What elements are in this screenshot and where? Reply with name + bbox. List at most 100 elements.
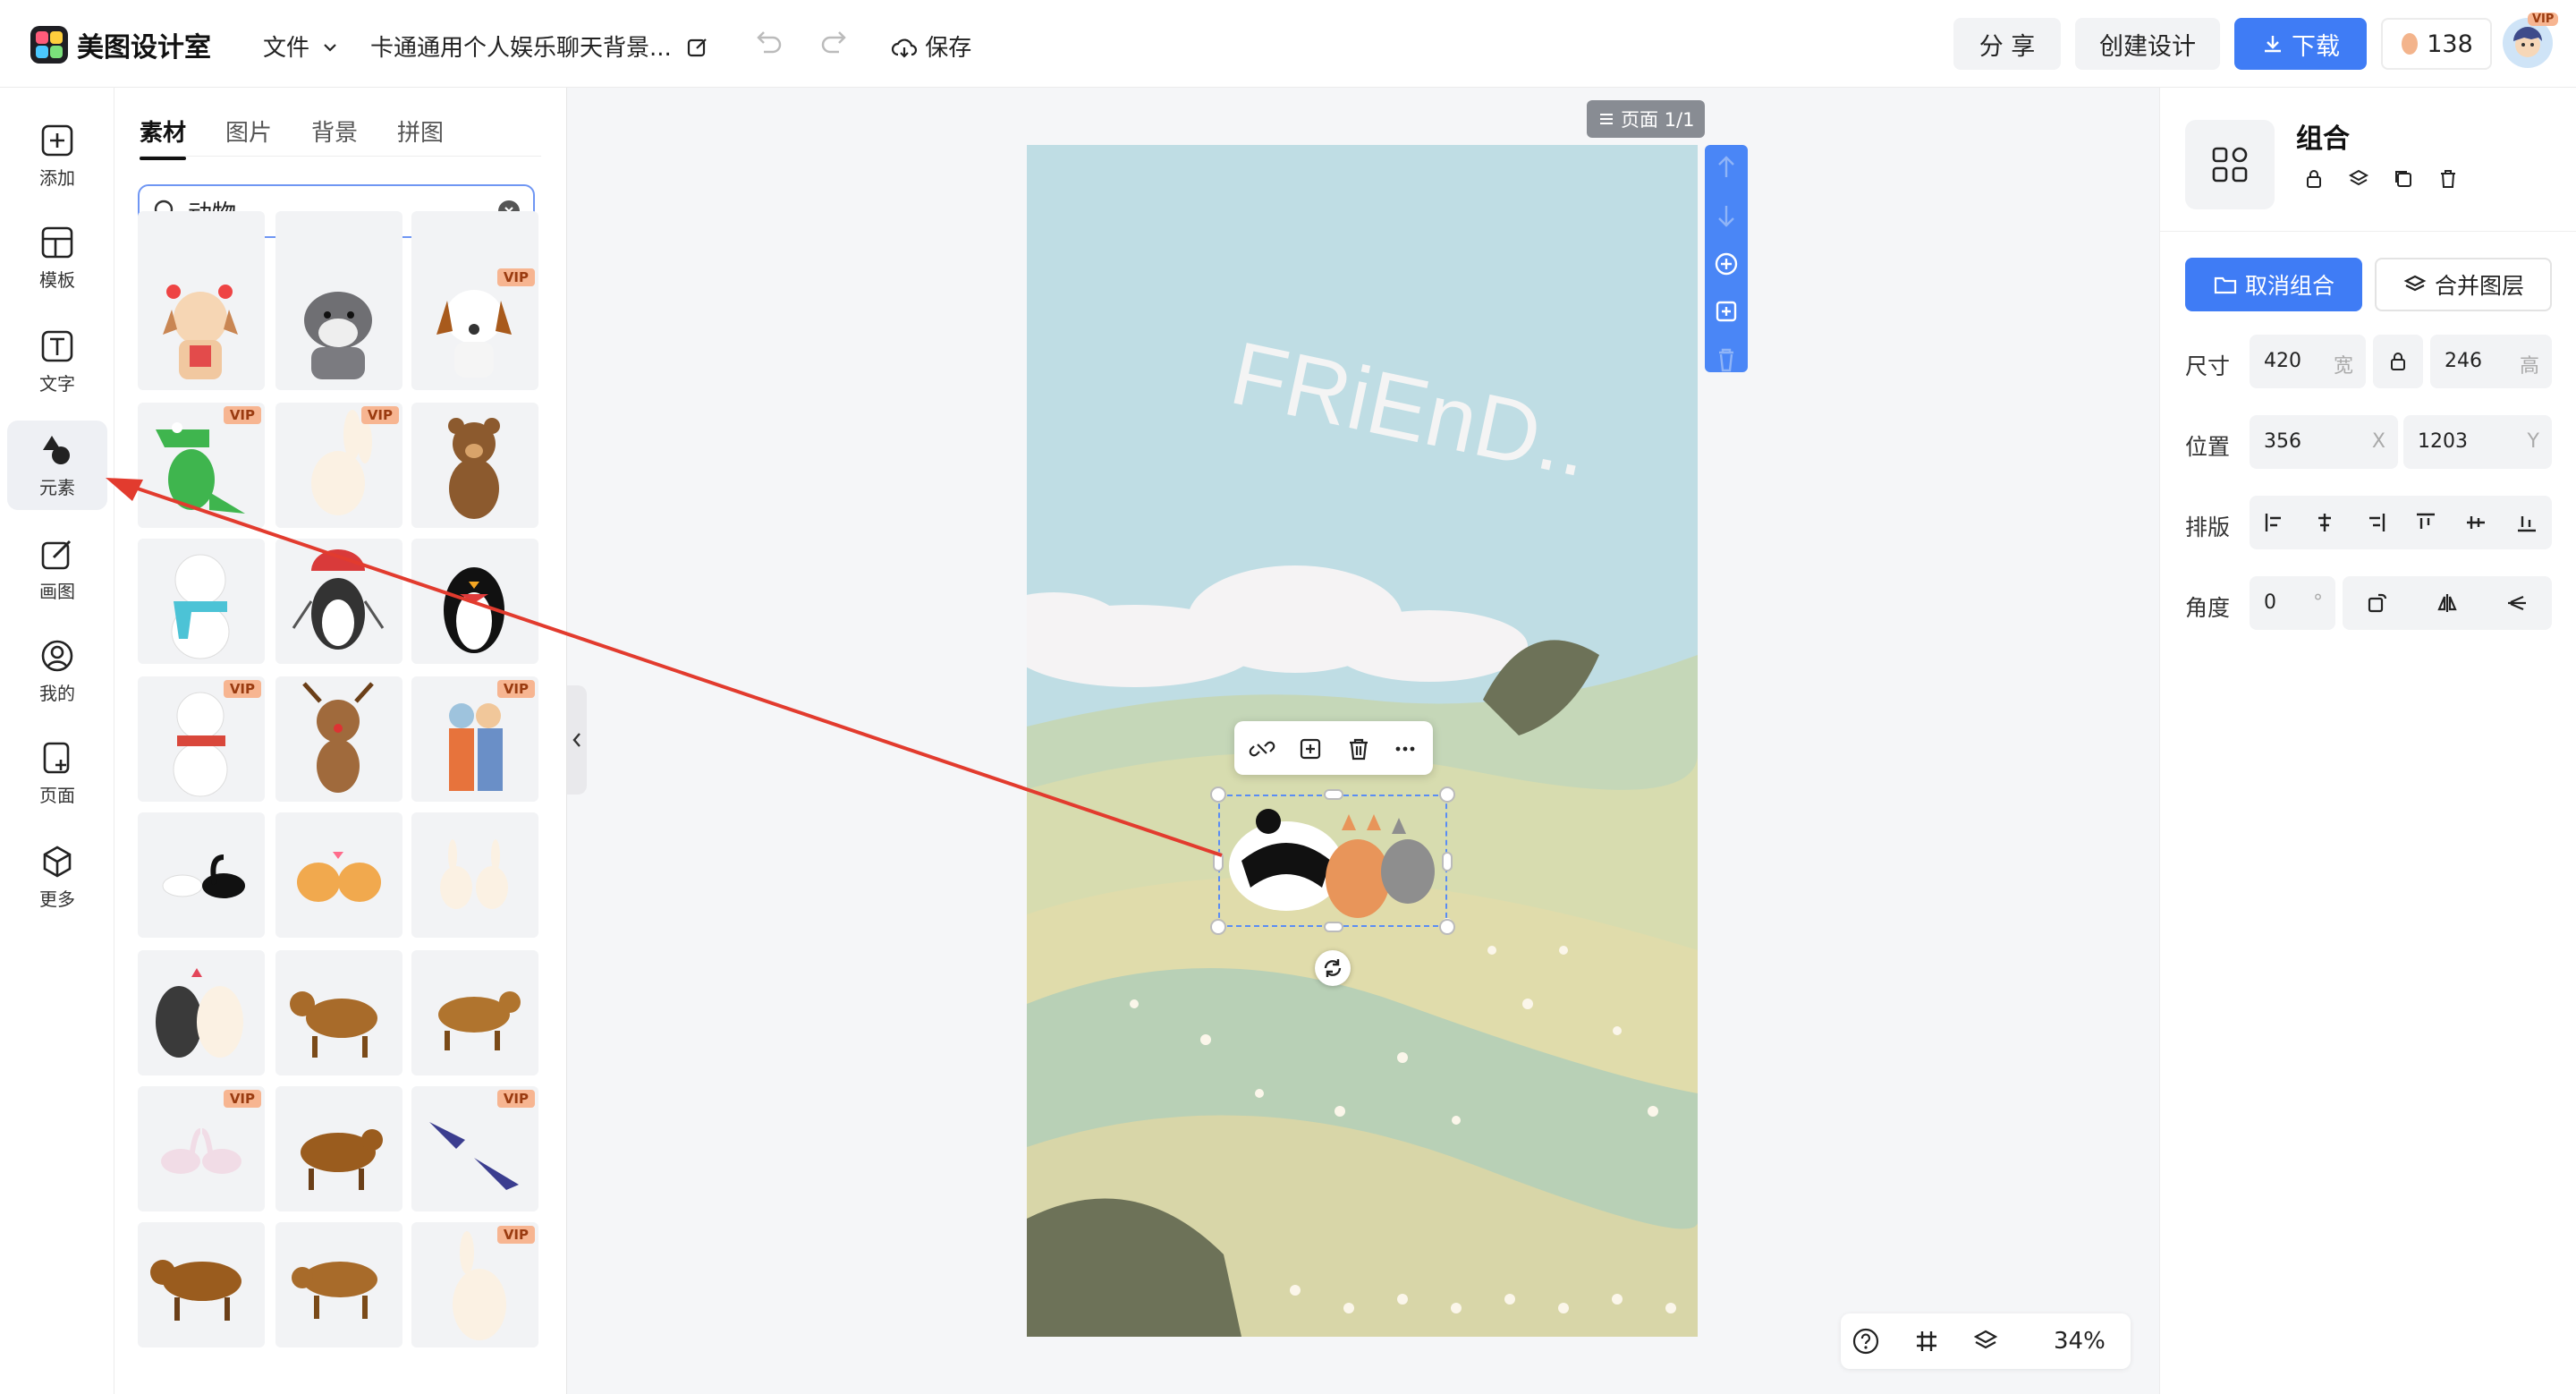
lock-icon[interactable]	[2303, 168, 2325, 190]
asset-tile[interactable]	[275, 950, 402, 1075]
flip-vertical-icon[interactable]	[2505, 591, 2529, 615]
tab-backgrounds[interactable]: 背景	[311, 115, 358, 160]
rotate-handle[interactable]	[1315, 950, 1351, 986]
share-button[interactable]: 分 享	[1953, 18, 2061, 70]
merge-layers-button[interactable]: 合并图层	[2375, 258, 2552, 311]
more-icon[interactable]	[1392, 735, 1419, 762]
rail-item-draw[interactable]: 画图	[7, 524, 107, 614]
delete-page-icon[interactable]	[1705, 338, 1748, 383]
add-page-icon[interactable]	[1705, 242, 1748, 286]
undo-icon[interactable]	[750, 25, 785, 61]
align-top-icon[interactable]	[2414, 511, 2437, 534]
flip-horizontal-icon[interactable]	[2436, 591, 2459, 615]
selection-box[interactable]	[1210, 786, 1455, 935]
rail-item-elements[interactable]: 元素	[7, 421, 107, 510]
cloud-save-icon	[891, 38, 918, 58]
asset-tile[interactable]: VIP	[411, 1086, 538, 1211]
copy-icon[interactable]	[1297, 735, 1324, 762]
arrow-up-icon[interactable]	[1705, 145, 1748, 190]
help-icon[interactable]	[1852, 1327, 1880, 1356]
rotate-90-icon[interactable]	[2366, 591, 2389, 615]
rail-item-text[interactable]: 文字	[7, 317, 107, 406]
document-title[interactable]: 卡通通用个人娱乐聊天背景...	[370, 30, 709, 63]
edit-icon[interactable]	[686, 36, 709, 59]
asset-tile[interactable]	[411, 403, 538, 528]
asset-tile[interactable]	[411, 950, 538, 1075]
width-field[interactable]: 420 宽	[2250, 335, 2366, 388]
tab-collage[interactable]: 拼图	[397, 115, 444, 160]
zoom-level[interactable]: 34%	[2054, 1328, 2106, 1355]
asset-tile[interactable]: VIP	[411, 1222, 538, 1347]
asset-tile[interactable]	[275, 812, 402, 938]
tab-materials[interactable]: 素材	[140, 115, 187, 160]
resize-handle[interactable]	[1439, 919, 1455, 935]
asset-tile[interactable]: VIP	[138, 403, 265, 528]
resize-handle[interactable]	[1439, 786, 1455, 803]
asset-tile[interactable]: VIP	[138, 1086, 265, 1211]
align-bottom-icon[interactable]	[2515, 511, 2538, 534]
duplicate-icon[interactable]	[2393, 168, 2414, 190]
x-field[interactable]: 356 X	[2250, 415, 2398, 469]
height-field[interactable]: 246 高	[2430, 335, 2552, 388]
tab-images[interactable]: 图片	[225, 115, 272, 160]
align-center-h-icon[interactable]	[2313, 511, 2336, 534]
grid-icon[interactable]	[1912, 1327, 1941, 1356]
page-indicator[interactable]: 页面 1/1	[1587, 100, 1706, 138]
ungroup-button[interactable]: 取消组合	[2185, 258, 2362, 311]
asset-tile[interactable]	[138, 950, 265, 1075]
angle-unit: °	[2313, 591, 2323, 614]
asset-tile[interactable]	[275, 1086, 402, 1211]
asset-tile[interactable]	[275, 1222, 402, 1347]
resize-handle[interactable]	[1210, 786, 1226, 803]
asset-tile[interactable]: VIP	[275, 403, 402, 528]
asset-tile[interactable]: VIP	[138, 676, 265, 802]
rail-label: 文字	[39, 372, 75, 395]
create-design-button[interactable]: 创建设计	[2075, 18, 2220, 70]
layers-icon[interactable]	[1971, 1327, 2000, 1356]
align-right-icon[interactable]	[2364, 511, 2387, 534]
rail-item-pages[interactable]: 页面	[7, 728, 107, 818]
download-label: 下载	[2292, 32, 2340, 61]
layer-icon[interactable]	[2348, 168, 2369, 190]
delete-icon[interactable]	[2437, 168, 2459, 190]
asset-tile[interactable]	[275, 676, 402, 802]
unlink-icon[interactable]	[1249, 735, 1275, 762]
rail-item-add[interactable]: 添加	[7, 111, 107, 200]
asset-tile[interactable]	[138, 1222, 265, 1347]
align-toolbar	[2250, 496, 2552, 549]
asset-tile[interactable]: VIP	[411, 265, 538, 390]
plus-square-icon	[41, 124, 73, 156]
resize-handle[interactable]	[1442, 852, 1453, 871]
rail-item-mine[interactable]: 我的	[7, 626, 107, 716]
aspect-lock-button[interactable]	[2373, 335, 2423, 388]
save-button[interactable]: 保存	[891, 30, 971, 63]
asset-tile[interactable]	[138, 812, 265, 938]
redo-icon[interactable]	[818, 25, 853, 61]
asset-tile[interactable]	[275, 265, 402, 390]
asset-tile[interactable]	[138, 265, 265, 390]
download-button[interactable]: 下载	[2234, 18, 2367, 70]
tabs-divider	[140, 156, 541, 157]
brand-logo[interactable]: 美图设计室	[30, 25, 211, 64]
asset-tile[interactable]	[275, 539, 402, 664]
asset-tile[interactable]	[411, 812, 538, 938]
asset-tile[interactable]	[411, 539, 538, 664]
align-left-icon[interactable]	[2263, 511, 2286, 534]
align-middle-v-icon[interactable]	[2464, 511, 2487, 534]
resize-handle[interactable]	[1324, 922, 1343, 932]
panel-collapse-handle[interactable]	[567, 685, 587, 795]
resize-handle[interactable]	[1213, 852, 1224, 871]
trash-icon[interactable]	[1345, 735, 1372, 762]
duplicate-page-icon[interactable]	[1705, 290, 1748, 335]
rail-item-more[interactable]: 更多	[7, 832, 107, 922]
angle-field[interactable]: 0 °	[2250, 576, 2335, 630]
resize-handle[interactable]	[1210, 919, 1226, 935]
file-menu[interactable]: 文件	[263, 30, 338, 63]
y-field[interactable]: 1203 Y	[2403, 415, 2552, 469]
asset-tile[interactable]	[138, 539, 265, 664]
arrow-down-icon[interactable]	[1705, 193, 1748, 238]
credits-counter[interactable]: 138	[2381, 18, 2492, 70]
asset-tile[interactable]: VIP	[411, 676, 538, 802]
rail-item-templates[interactable]: 模板	[7, 213, 107, 302]
resize-handle[interactable]	[1324, 789, 1343, 800]
